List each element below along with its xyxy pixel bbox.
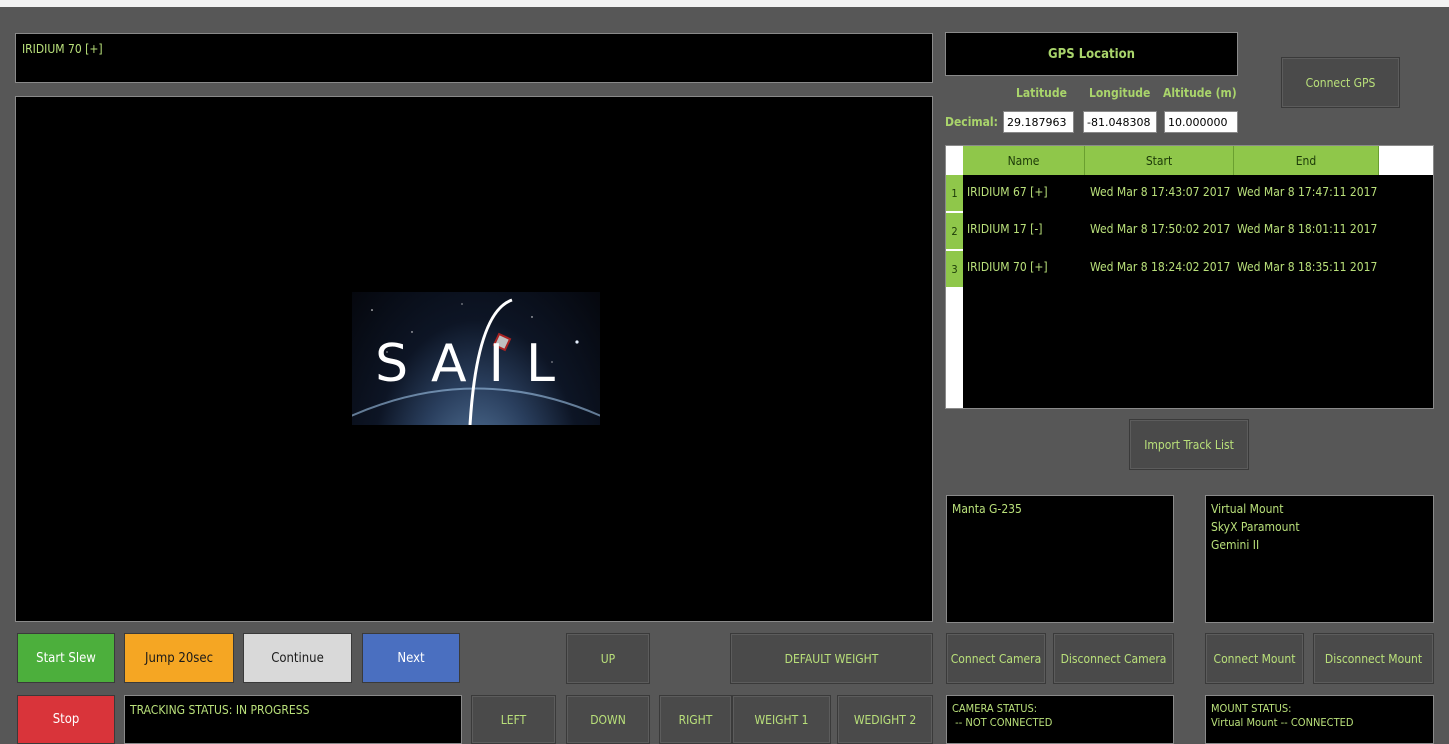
altitude-input[interactable] xyxy=(1164,111,1238,133)
up-button[interactable]: UP xyxy=(566,633,650,684)
import-track-list-button[interactable]: Import Track List xyxy=(1129,419,1249,470)
track-start: Wed Mar 8 18:24:02 2017 xyxy=(1090,260,1231,274)
connect-gps-button[interactable]: Connect GPS xyxy=(1281,57,1400,108)
list-item[interactable]: Virtual Mount xyxy=(1211,500,1428,518)
camera-view: SAIL xyxy=(15,96,933,622)
row-number[interactable]: 2 xyxy=(946,213,963,249)
track-name: IRIDIUM 67 [+] xyxy=(967,185,1048,199)
track-name: IRIDIUM 70 [+] xyxy=(967,260,1048,274)
next-button[interactable]: Next xyxy=(362,633,460,683)
track-end: Wed Mar 8 18:01:11 2017 xyxy=(1237,222,1378,236)
column-header-start[interactable]: Start xyxy=(1085,146,1234,175)
latitude-label: Latitude xyxy=(1016,86,1067,100)
track-start: Wed Mar 8 17:50:02 2017 xyxy=(1090,222,1231,236)
track-name: IRIDIUM 17 [-] xyxy=(967,222,1043,236)
track-end: Wed Mar 8 18:35:11 2017 xyxy=(1237,260,1378,274)
disconnect-camera-button[interactable]: Disconnect Camera xyxy=(1053,633,1174,684)
down-button[interactable]: DOWN xyxy=(566,695,650,744)
camera-list[interactable]: Manta G-235 xyxy=(946,495,1174,623)
list-item[interactable]: SkyX Paramount xyxy=(1211,518,1428,536)
table-corner xyxy=(946,146,963,175)
longitude-input[interactable] xyxy=(1083,111,1157,133)
column-header-end[interactable]: End xyxy=(1234,146,1379,175)
decimal-label: Decimal: xyxy=(945,115,998,129)
sail-logo: SAIL xyxy=(352,292,600,425)
camera-status-label: CAMERA STATUS: xyxy=(952,702,1038,715)
mount-status-value: Virtual Mount -- CONNECTED xyxy=(1211,716,1354,729)
weight-2-button[interactable]: WEDIGHT 2 xyxy=(837,695,933,744)
default-weight-button[interactable]: DEFAULT WEIGHT xyxy=(730,633,933,684)
row-number[interactable]: 3 xyxy=(946,251,963,287)
table-row[interactable]: IRIDIUM 67 [+] Wed Mar 8 17:43:07 2017 W… xyxy=(967,185,1427,205)
camera-status-value: -- NOT CONNECTED xyxy=(952,716,1053,729)
column-header-name[interactable]: Name xyxy=(963,146,1085,175)
weight-1-button[interactable]: WEIGHT 1 xyxy=(732,695,831,744)
camera-status-display: CAMERA STATUS: -- NOT CONNECTED xyxy=(946,695,1174,744)
table-row[interactable]: IRIDIUM 17 [-] Wed Mar 8 17:50:02 2017 W… xyxy=(967,222,1427,242)
track-table: Name Start End 1 IRIDIUM 67 [+] Wed Mar … xyxy=(945,145,1434,409)
disconnect-mount-button[interactable]: Disconnect Mount xyxy=(1313,633,1434,684)
longitude-label: Longitude xyxy=(1089,86,1151,100)
sail-logo-text: SAIL xyxy=(375,334,577,394)
table-header-filler xyxy=(1379,146,1433,175)
track-start: Wed Mar 8 17:43:07 2017 xyxy=(1090,185,1231,199)
list-item[interactable]: Gemini II xyxy=(1211,536,1428,554)
connect-mount-button[interactable]: Connect Mount xyxy=(1205,633,1304,684)
track-end: Wed Mar 8 17:47:11 2017 xyxy=(1237,185,1378,199)
row-number[interactable]: 1 xyxy=(946,175,963,211)
right-button[interactable]: RIGHT xyxy=(659,695,732,744)
gps-title-box: GPS Location xyxy=(945,32,1238,76)
tracking-status-display: TRACKING STATUS: IN PROGRESS xyxy=(124,695,462,744)
mount-status-display: MOUNT STATUS: Virtual Mount -- CONNECTED xyxy=(1205,695,1434,744)
connect-camera-button[interactable]: Connect Camera xyxy=(946,633,1046,684)
current-target-display: IRIDIUM 70 [+] xyxy=(15,33,933,83)
tracking-status-text: TRACKING STATUS: IN PROGRESS xyxy=(130,703,310,717)
table-row[interactable]: IRIDIUM 70 [+] Wed Mar 8 18:24:02 2017 W… xyxy=(967,260,1427,280)
title-bar xyxy=(0,0,1449,7)
mount-status-label: MOUNT STATUS: xyxy=(1211,702,1292,715)
list-item[interactable]: Manta G-235 xyxy=(952,500,1168,518)
left-button[interactable]: LEFT xyxy=(471,695,556,744)
continue-button[interactable]: Continue xyxy=(243,633,352,683)
latitude-input[interactable] xyxy=(1003,111,1074,133)
start-slew-button[interactable]: Start Slew xyxy=(17,633,115,683)
current-target-text: IRIDIUM 70 [+] xyxy=(22,42,103,56)
gps-title: GPS Location xyxy=(1048,46,1135,62)
stop-button[interactable]: Stop xyxy=(17,695,115,744)
jump-20sec-button[interactable]: Jump 20sec xyxy=(124,633,234,683)
mount-list[interactable]: Virtual Mount SkyX Paramount Gemini II xyxy=(1205,495,1434,623)
altitude-label: Altitude (m) xyxy=(1163,86,1237,100)
